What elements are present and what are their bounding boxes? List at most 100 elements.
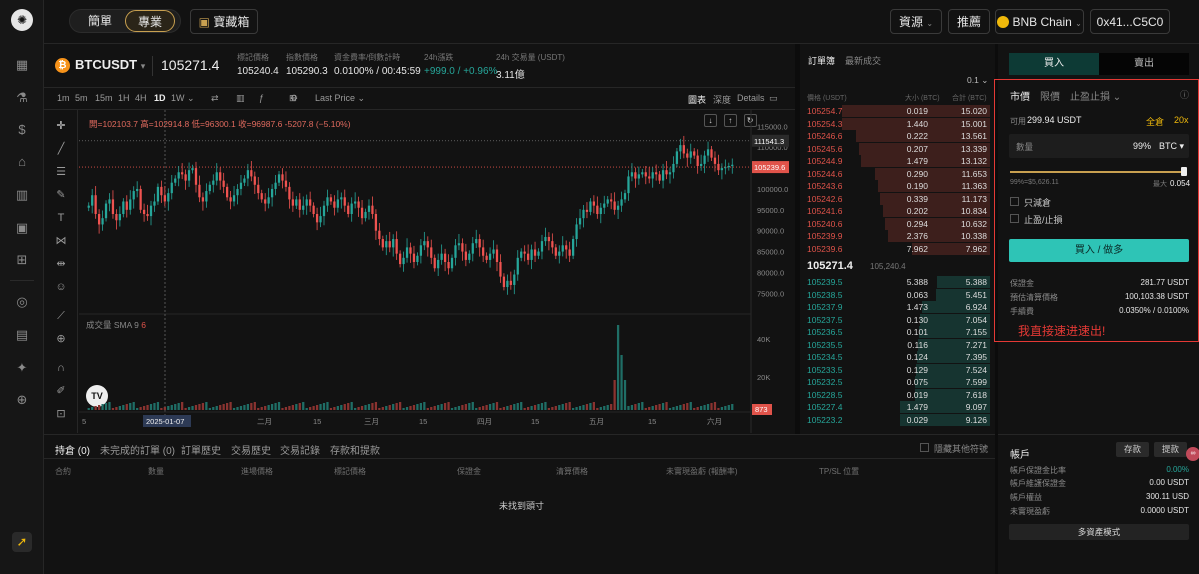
ask-row[interactable]: 105254.7 0.019 15.020 [800, 105, 990, 118]
bid-row[interactable]: 105233.5 0.129 7.524 [800, 363, 990, 377]
symbol-selector[interactable]: BTCUSDT ▾ [75, 57, 145, 72]
bid-row[interactable]: 105235.5 0.116 7.271 [800, 338, 990, 352]
ask-row[interactable]: 105241.6 0.202 10.834 [800, 205, 990, 218]
tab-transactions[interactable]: 交易記錄 [280, 442, 320, 457]
lock-draw-icon[interactable]: ✐ [53, 383, 69, 399]
referral-button[interactable]: 推薦 [948, 9, 990, 34]
order-type-limit[interactable]: 限價 [1040, 88, 1060, 103]
lock-icon[interactable]: ⊡ [53, 406, 69, 422]
tf-5m[interactable]: 5m [75, 93, 88, 103]
crosshair-icon[interactable]: ✛ [53, 118, 69, 134]
candle-style-icon[interactable]: ▥ [236, 93, 245, 104]
settings-icon[interactable]: ⚙ [290, 93, 298, 104]
ask-row[interactable]: 105239.9 2.376 10.338 [800, 230, 990, 243]
tab-recent-trades[interactable]: 最新成交 [845, 54, 881, 67]
compare-icon[interactable]: ⇄ [211, 93, 219, 104]
ruler-icon[interactable]: ⟋ [53, 308, 69, 324]
ask-row[interactable]: 105242.6 0.339 11.173 [800, 192, 990, 206]
quantity-slider[interactable] [1010, 167, 1187, 176]
brush-icon[interactable]: ✎ [53, 187, 69, 203]
snapshot-icon[interactable]: ▭ [769, 93, 778, 104]
hlines-icon[interactable]: ☰ [53, 164, 69, 180]
tpsl-checkbox[interactable] [1010, 214, 1019, 223]
ask-row[interactable]: 105243.6 0.190 11.363 [800, 180, 990, 193]
magnet-icon[interactable]: ∩ [53, 360, 69, 376]
tf-1w[interactable]: 1W [171, 93, 185, 103]
text-icon[interactable]: T [53, 210, 69, 226]
emoji-icon[interactable]: ☺ [53, 279, 69, 295]
globe-icon[interactable]: ⊕ [12, 390, 32, 410]
zoom-in-icon[interactable]: ⊕ [53, 331, 69, 347]
bid-row[interactable]: 105236.5 0.101 7.155 [800, 326, 990, 339]
trendline-icon[interactable]: ╱ [53, 141, 69, 157]
sparkle-icon[interactable]: ✦ [12, 358, 32, 378]
step-dropdown[interactable]: 0.1 ⌄ [967, 75, 988, 86]
info-icon[interactable]: ⓘ [1180, 88, 1189, 101]
hide-others-checkbox[interactable] [920, 443, 929, 452]
deposit-button[interactable]: 存款 [1116, 442, 1149, 457]
slider-handle[interactable] [1181, 167, 1187, 176]
bid-row[interactable]: 105234.5 0.124 7.395 [800, 351, 990, 364]
mode-pro-button[interactable]: 專業 [125, 10, 176, 32]
bid-row[interactable]: 105228.5 0.019 7.618 [800, 388, 990, 402]
bar-chart-icon[interactable]: ▥ [12, 185, 32, 205]
bank-icon[interactable]: ⌂ [12, 152, 32, 172]
view-depth-tab[interactable]: 深度 [713, 93, 731, 106]
document-icon[interactable]: ▤ [12, 325, 32, 345]
tab-orderbook[interactable]: 訂單簿 [808, 54, 835, 67]
tf-1d[interactable]: 1D [154, 93, 166, 103]
bid-row[interactable]: 105238.5 0.063 5.451 [800, 288, 990, 302]
quantity-unit[interactable]: BTC ▾ [1159, 141, 1184, 152]
ask-row[interactable]: 105239.6 7.962 7.962 [800, 242, 990, 256]
bid-row[interactable]: 105227.4 1.479 9.097 [800, 401, 990, 414]
bid-row[interactable]: 105237.9 1.473 6.924 [800, 301, 990, 314]
pattern-icon[interactable]: ⋈ [53, 233, 69, 249]
leverage[interactable]: 20x [1174, 115, 1189, 125]
ask-row[interactable]: 105246.6 0.222 13.561 [800, 130, 990, 143]
image-icon[interactable]: ▣ [12, 218, 32, 238]
ask-row[interactable]: 105244.9 1.479 13.132 [800, 155, 990, 168]
rocket-icon[interactable]: ➚ [12, 532, 32, 552]
tab-order-history[interactable]: 訂單歷史 [181, 442, 221, 457]
indicators-icon[interactable]: ƒ [259, 93, 264, 103]
tf-4h[interactable]: 4H [135, 93, 147, 103]
wallet-address-button[interactable]: 0x41...C5C0 [1090, 9, 1170, 34]
multi-asset-button[interactable]: 多資產模式 [1009, 524, 1189, 540]
tf-1m[interactable]: 1m [57, 93, 70, 103]
tab-trade-history[interactable]: 交易歷史 [231, 442, 271, 457]
price-chart[interactable]: 115000.0110000.0105000.0100000.095000.09… [79, 110, 795, 433]
ask-row[interactable]: 105245.6 0.207 13.339 [800, 142, 990, 156]
ask-row[interactable]: 105244.6 0.290 11.653 [800, 167, 990, 181]
order-type-market[interactable]: 市價 [1010, 88, 1030, 103]
treasure-box-button[interactable]: ▣ 寶藏箱 [190, 9, 258, 34]
measure-icon[interactable]: ⇹ [53, 256, 69, 272]
margin-mode[interactable]: 全倉 [1146, 115, 1164, 128]
buy-tab[interactable]: 買入 [1009, 53, 1099, 75]
ask-row[interactable]: 105240.6 0.294 10.632 [800, 217, 990, 231]
bid-row[interactable]: 105232.5 0.075 7.599 [800, 376, 990, 389]
tab-positions[interactable]: 持倉 (0) [55, 442, 90, 457]
buy-long-button[interactable]: 買入 / 做多 [1009, 239, 1189, 262]
tf-1h[interactable]: 1H [118, 93, 130, 103]
quantity-input[interactable]: 數量 99% BTC ▾ [1009, 134, 1189, 158]
withdraw-button[interactable]: 提款 [1154, 442, 1187, 457]
tab-deposit-withdraw[interactable]: 存款和提款 [330, 442, 380, 457]
assets-dropdown[interactable]: 資源 ⌄ [890, 9, 942, 34]
dollar-icon[interactable]: $ [12, 120, 32, 140]
network-dropdown[interactable]: BNB Chain ⌄ [995, 9, 1084, 34]
bid-row[interactable]: 105239.5 5.388 5.388 [800, 276, 990, 289]
chart-icon[interactable]: ▦ [12, 55, 32, 75]
circle-icon[interactable]: ◎ [12, 292, 32, 312]
tab-open-orders[interactable]: 未完成的訂單 (0) [100, 442, 175, 457]
gift-icon[interactable]: ⊞ [12, 250, 32, 270]
sell-tab[interactable]: 賣出 [1099, 53, 1189, 75]
bid-row[interactable]: 105237.5 0.130 7.054 [800, 313, 990, 327]
view-chart-tab[interactable]: 圖表 [688, 93, 706, 106]
view-details-tab[interactable]: Details [737, 93, 765, 103]
flask-icon[interactable]: ⚗ [12, 88, 32, 108]
order-type-tpsl[interactable]: 止盈止損 ⌄ [1070, 88, 1121, 103]
reduce-only-checkbox[interactable] [1010, 197, 1019, 206]
bid-row[interactable]: 105223.2 0.029 9.126 [800, 413, 990, 427]
tf-15m[interactable]: 15m [95, 93, 113, 103]
ask-row[interactable]: 105254.3 1.440 15.001 [800, 117, 990, 131]
